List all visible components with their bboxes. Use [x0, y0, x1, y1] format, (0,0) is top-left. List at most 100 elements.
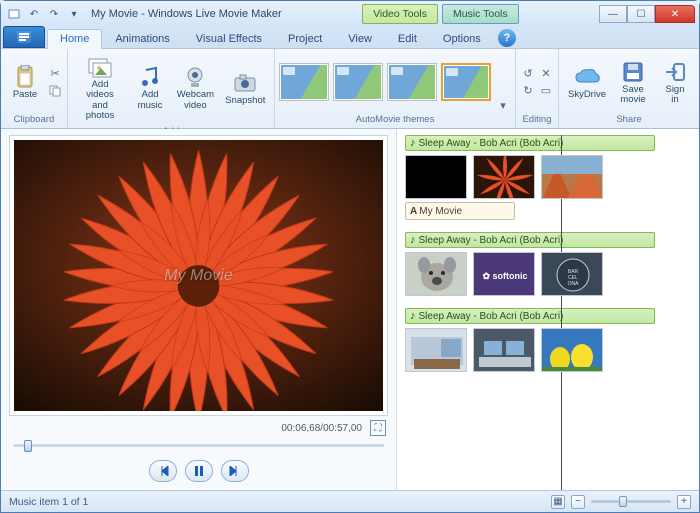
theme-3[interactable]: [387, 63, 437, 101]
music-clip-2-label: Sleep Away - Bob Acri (Bob Acri): [419, 235, 564, 246]
zoom-thumb[interactable]: [619, 496, 627, 507]
delete-icon[interactable]: ✕: [538, 66, 554, 82]
zoom-out-button[interactable]: −: [571, 495, 585, 509]
redo-icon[interactable]: ↷: [45, 5, 63, 23]
clipboard-small: ✂: [47, 66, 63, 99]
save-movie-label: Save movie: [620, 85, 645, 106]
note-icon: ♪: [410, 137, 416, 149]
group-automovie: ▾ AutoMovie themes: [275, 49, 516, 128]
minimize-button[interactable]: —: [599, 5, 627, 23]
select-all-icon[interactable]: ▭: [538, 83, 554, 99]
add-videos-photos-button[interactable]: Add videos and photos: [72, 51, 128, 125]
music-clip-3[interactable]: ♪Sleep Away - Bob Acri (Bob Acri): [405, 308, 655, 324]
paste-label: Paste: [13, 90, 37, 100]
snapshot-button[interactable]: Snapshot: [221, 67, 270, 109]
title-clip-1[interactable]: AMy Movie: [405, 202, 515, 220]
snapshot-label: Snapshot: [225, 96, 265, 106]
group-add: Add videos and photos Add music Webcam v…: [68, 49, 275, 128]
scrub-track: [13, 444, 384, 447]
qat-new-icon[interactable]: [5, 5, 23, 23]
music-clip-1[interactable]: ♪Sleep Away - Bob Acri (Bob Acri): [405, 135, 655, 151]
group-clipboard: Paste ✂ Clipboard: [1, 49, 68, 128]
status-bar: Music item 1 of 1 ▦ − +: [1, 490, 699, 512]
tab-options[interactable]: Options: [430, 29, 494, 48]
transport-controls: [9, 454, 388, 484]
time-row: 00:06,68/00:57,00 ⛶: [9, 416, 388, 436]
group-editing: ↺✕ ↻▭ Editing: [516, 49, 559, 128]
clips-row-2: ✿ softonic BARCELONA: [405, 252, 691, 296]
scrub-bar[interactable]: [9, 436, 388, 454]
save-movie-button[interactable]: Save movie: [613, 56, 653, 109]
group-share: SkyDrive Save movie Sign in Share: [559, 49, 699, 128]
clip-3-1[interactable]: [405, 328, 467, 372]
content-area: My Movie 00:06,68/00:57,00 ⛶ ♪Sleep Away…: [1, 129, 699, 490]
preview-pane: My Movie 00:06,68/00:57,00 ⛶: [1, 129, 396, 490]
clip-1-2[interactable]: [473, 155, 535, 199]
paste-button[interactable]: Paste: [5, 61, 45, 103]
music-clip-3-label: Sleep Away - Bob Acri (Bob Acri): [419, 311, 564, 322]
clip-3-2[interactable]: [473, 328, 535, 372]
clip-1-3[interactable]: [541, 155, 603, 199]
tab-edit[interactable]: Edit: [385, 29, 430, 48]
clips-row-1: [405, 155, 691, 199]
clip-2-1[interactable]: [405, 252, 467, 296]
group-editing-label: Editing: [520, 113, 554, 126]
copy-icon[interactable]: [47, 83, 63, 99]
tab-home[interactable]: Home: [47, 29, 102, 49]
help-icon[interactable]: ?: [498, 29, 516, 47]
theme-4-selected[interactable]: [441, 63, 491, 101]
save-icon: [619, 59, 647, 85]
svg-text:ONA: ONA: [568, 281, 580, 287]
signin-button[interactable]: Sign in: [655, 56, 695, 109]
add-videos-photos-label: Add videos and photos: [77, 80, 123, 122]
skydrive-label: SkyDrive: [568, 90, 606, 100]
tab-view[interactable]: View: [335, 29, 385, 48]
group-clipboard-label: Clipboard: [5, 113, 63, 126]
close-button[interactable]: ✕: [655, 5, 695, 23]
next-frame-button[interactable]: [221, 460, 249, 482]
fullscreen-button[interactable]: ⛶: [370, 420, 386, 436]
undo-icon[interactable]: ↶: [25, 5, 43, 23]
file-menu-button[interactable]: [3, 26, 45, 48]
webcam-label: Webcam video: [177, 90, 214, 111]
music-clip-2[interactable]: ♪Sleep Away - Bob Acri (Bob Acri): [405, 232, 655, 248]
cut-icon[interactable]: ✂: [47, 66, 63, 82]
clip-1-1[interactable]: [405, 155, 467, 199]
zoom-slider[interactable]: [591, 500, 671, 503]
video-tools-tab[interactable]: Video Tools: [362, 4, 438, 24]
tab-animations[interactable]: Animations: [102, 29, 182, 48]
theme-1[interactable]: [279, 63, 329, 101]
theme-2[interactable]: [333, 63, 383, 101]
window-buttons: — ☐ ✕: [599, 5, 695, 23]
skydrive-button[interactable]: SkyDrive: [563, 61, 611, 103]
rotate-right-icon[interactable]: ↻: [520, 83, 536, 99]
tab-project[interactable]: Project: [275, 29, 335, 48]
titlebar: ↶ ↷ ▾ My Movie - Windows Live Movie Make…: [1, 1, 699, 27]
group-share-label: Share: [563, 113, 695, 126]
title-clip-label: My Movie: [419, 206, 462, 217]
clip-2-2[interactable]: ✿ softonic: [473, 252, 535, 296]
music-clip-1-label: Sleep Away - Bob Acri (Bob Acri): [419, 138, 564, 149]
time-display: 00:06,68/00:57,00: [281, 423, 362, 434]
webcam-icon: [181, 64, 209, 90]
signin-icon: [661, 59, 689, 85]
note-icon: ♪: [410, 310, 416, 322]
timeline-pane[interactable]: ♪Sleep Away - Bob Acri (Bob Acri) AMy Mo…: [396, 129, 699, 490]
music-tools-tab[interactable]: Music Tools: [442, 4, 519, 24]
zoom-in-button[interactable]: +: [677, 495, 691, 509]
add-music-button[interactable]: Add music: [130, 61, 170, 114]
thumbnails-view-icon[interactable]: ▦: [551, 495, 565, 509]
themes-more-icon[interactable]: ▾: [495, 97, 511, 113]
prev-frame-button[interactable]: [149, 460, 177, 482]
scrub-thumb[interactable]: [24, 440, 32, 452]
tab-visual-effects[interactable]: Visual Effects: [183, 29, 275, 48]
clip-2-3[interactable]: BARCELONA: [541, 252, 603, 296]
rotate-left-icon[interactable]: ↺: [520, 66, 536, 82]
maximize-button[interactable]: ☐: [627, 5, 655, 23]
track-1: ♪Sleep Away - Bob Acri (Bob Acri) AMy Mo…: [405, 135, 691, 220]
signin-label: Sign in: [665, 85, 684, 106]
clip-3-3[interactable]: [541, 328, 603, 372]
qat-dropdown-icon[interactable]: ▾: [65, 5, 83, 23]
webcam-button[interactable]: Webcam video: [172, 61, 219, 114]
play-pause-button[interactable]: [185, 460, 213, 482]
